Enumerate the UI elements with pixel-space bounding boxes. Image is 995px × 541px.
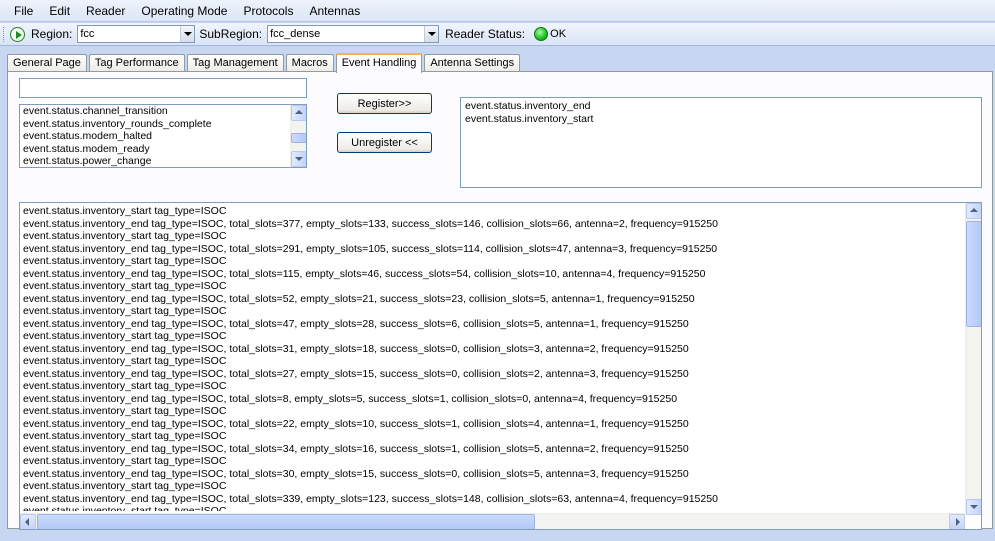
list-item[interactable]: event.status.inventory_start <box>465 113 593 126</box>
log-line: event.status.inventory_end tag_type=ISOC… <box>23 367 689 380</box>
unregister-button[interactable]: Unregister << <box>337 132 432 153</box>
scroll-down-icon[interactable] <box>291 151 306 167</box>
registered-events-rows: event.status.inventory_end event.status.… <box>465 100 593 125</box>
play-icon[interactable] <box>10 26 25 42</box>
main-panel: General Page Tag Performance Tag Managem… <box>7 51 993 530</box>
tab-macros[interactable]: Macros <box>285 54 334 72</box>
log-line: event.status.inventory_end tag_type=ISOC… <box>23 267 706 280</box>
list-item[interactable]: event.status.inventory_rounds_complete <box>23 118 288 131</box>
menu-reader[interactable]: Reader <box>78 0 133 22</box>
region-select[interactable]: fcc <box>77 25 196 43</box>
event-filter-input[interactable] <box>19 78 307 98</box>
log-line: event.status.inventory_end tag_type=ISOC… <box>23 442 689 455</box>
scroll-thumb[interactable] <box>37 514 535 529</box>
tab-tag-performance[interactable]: Tag Performance <box>88 54 185 72</box>
region-label: Region: <box>31 27 73 41</box>
menu-operating-mode[interactable]: Operating Mode <box>133 0 235 22</box>
available-events-list[interactable]: event.status.channel_transition event.st… <box>19 104 307 168</box>
log-line: event.status.inventory_start tag_type=IS… <box>23 305 227 317</box>
tab-event-handling[interactable]: Event Handling <box>335 53 423 73</box>
scroll-up-icon[interactable] <box>966 203 981 219</box>
scroll-thumb[interactable] <box>966 221 981 327</box>
tab-general-page[interactable]: General Page <box>7 54 87 72</box>
log-line: event.status.inventory_end tag_type=ISOC… <box>23 217 718 230</box>
log-line: event.status.inventory_start tag_type=IS… <box>23 480 227 492</box>
toolbar-grip-icon[interactable] <box>3 26 6 42</box>
list-item[interactable]: event.status.channel_transition <box>23 105 288 118</box>
vertical-scrollbar[interactable] <box>965 203 981 515</box>
menu-protocols[interactable]: Protocols <box>235 0 301 22</box>
menu-bar: File Edit Reader Operating Mode Protocol… <box>0 0 995 22</box>
log-line: event.status.inventory_start tag_type=IS… <box>23 355 227 367</box>
log-line: event.status.inventory_end tag_type=ISOC… <box>23 317 689 330</box>
menu-file[interactable]: File <box>6 0 41 22</box>
list-item[interactable]: event.status.power_change <box>23 155 288 167</box>
reader-status-value: OK <box>550 28 567 40</box>
log-line: event.status.inventory_start tag_type=IS… <box>23 280 227 292</box>
scroll-right-icon[interactable] <box>949 514 965 529</box>
scroll-left-icon[interactable] <box>20 514 36 529</box>
event-log-panel[interactable]: event.status.inventory_start tag_type=IS… <box>19 202 982 530</box>
horizontal-scrollbar[interactable] <box>20 513 965 529</box>
tab-tag-management[interactable]: Tag Management <box>186 54 284 72</box>
subregion-value: fcc_dense <box>270 28 321 40</box>
log-line: event.status.inventory_start tag_type=IS… <box>23 255 227 267</box>
log-line: event.status.inventory_end tag_type=ISOC… <box>23 242 718 255</box>
subregion-label: SubRegion: <box>199 27 263 41</box>
log-line: event.status.inventory_start tag_type=IS… <box>23 405 227 417</box>
log-line: event.status.inventory_start tag_type=IS… <box>23 230 227 242</box>
tab-antenna-settings[interactable]: Antenna Settings <box>424 54 521 72</box>
log-line: event.status.inventory_start tag_type=IS… <box>23 330 227 342</box>
log-line: event.status.inventory_start tag_type=IS… <box>23 380 227 392</box>
vertical-scrollbar[interactable] <box>290 105 306 167</box>
chevron-down-icon[interactable] <box>180 26 195 42</box>
region-value: fcc <box>80 28 95 40</box>
reader-status-label: Reader Status: <box>445 27 526 41</box>
log-line: event.status.inventory_end tag_type=ISOC… <box>23 342 689 355</box>
chevron-down-icon[interactable] <box>424 26 439 42</box>
log-line: event.status.inventory_end tag_type=ISOC… <box>23 467 689 480</box>
subregion-select[interactable]: fcc_dense <box>267 25 440 43</box>
scroll-up-icon[interactable] <box>291 105 306 121</box>
log-line: event.status.inventory_start tag_type=IS… <box>23 430 227 442</box>
log-line: event.status.inventory_end tag_type=ISOC… <box>23 292 695 305</box>
available-events-rows: event.status.channel_transition event.st… <box>23 105 288 167</box>
list-item[interactable]: event.status.modem_halted <box>23 130 288 143</box>
log-line: event.status.inventory_end tag_type=ISOC… <box>23 417 689 430</box>
tab-strip: General Page Tag Performance Tag Managem… <box>7 52 522 73</box>
log-line: event.status.inventory_start tag_type=IS… <box>23 205 227 217</box>
event-handling-page: event.status.channel_transition event.st… <box>7 71 993 530</box>
list-item[interactable]: event.status.inventory_end <box>465 100 593 113</box>
registered-events-list[interactable]: event.status.inventory_end event.status.… <box>460 97 982 188</box>
status-ok-icon <box>534 27 549 41</box>
menu-edit[interactable]: Edit <box>41 0 78 22</box>
log-line: event.status.inventory_start tag_type=IS… <box>23 455 227 467</box>
register-button[interactable]: Register>> <box>337 93 432 114</box>
list-item[interactable]: event.status.modem_ready <box>23 143 288 156</box>
scroll-thumb[interactable] <box>291 133 306 143</box>
event-log-rows: event.status.inventory_start tag_type=IS… <box>23 205 963 511</box>
scroll-down-icon[interactable] <box>966 499 981 515</box>
toolbar: Region: fcc SubRegion: fcc_dense Reader … <box>0 23 995 46</box>
log-line: event.status.inventory_end tag_type=ISOC… <box>23 392 678 405</box>
log-line: event.status.inventory_end tag_type=ISOC… <box>23 492 718 505</box>
log-line: event.status.inventory_start tag_type=IS… <box>23 505 227 511</box>
menu-antennas[interactable]: Antennas <box>301 0 368 22</box>
